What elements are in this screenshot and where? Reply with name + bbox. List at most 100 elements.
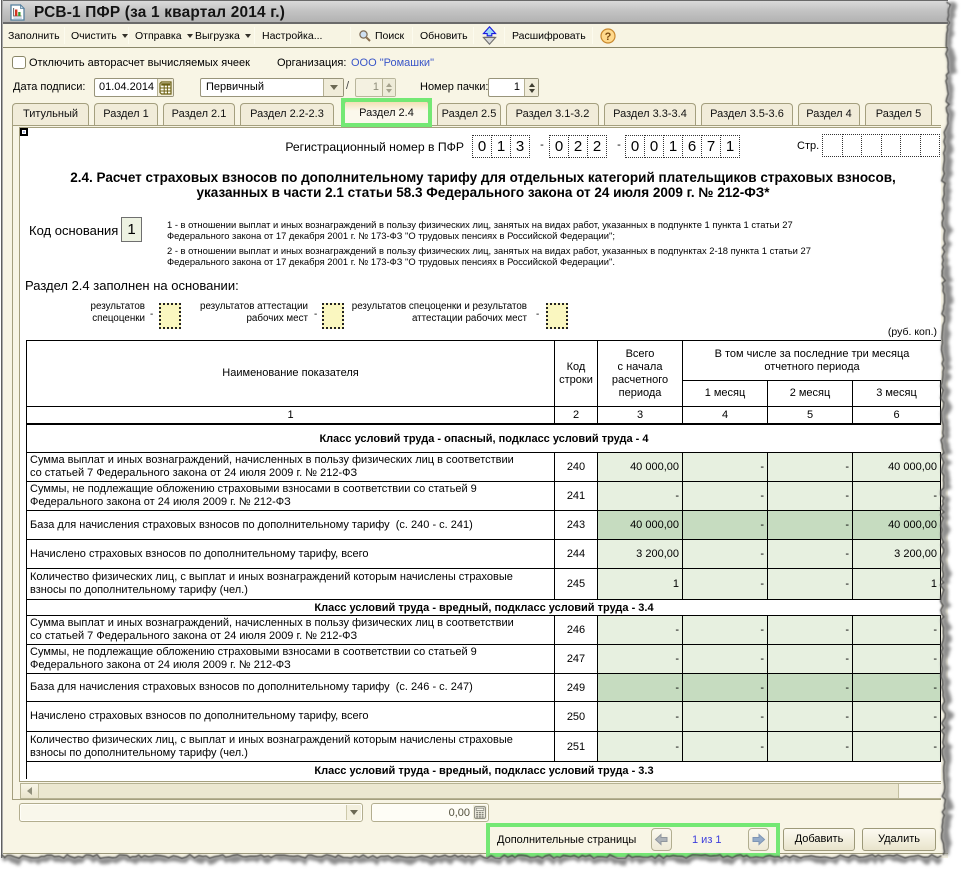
batch-spin-buttons[interactable] <box>524 79 538 96</box>
calculator-button[interactable] <box>473 805 487 820</box>
value-cell[interactable]: - <box>683 702 768 731</box>
revision-dropdown-button[interactable] <box>323 79 343 96</box>
sign-date-input[interactable]: 01.04.2014 <box>94 78 174 97</box>
refresh-button[interactable]: Обновить <box>420 28 468 44</box>
value-cell[interactable]: - <box>683 616 768 644</box>
organization-link[interactable]: ООО "Ромашки" <box>351 57 434 69</box>
fill-button[interactable]: Заполнить <box>8 28 60 44</box>
value-cell[interactable]: 1 <box>853 569 941 599</box>
batch-number-spinner[interactable]: 1 <box>488 78 539 97</box>
value-cell[interactable]: 1 <box>598 569 683 599</box>
next-page-button[interactable] <box>748 828 769 851</box>
tab-9[interactable]: Раздел 4 <box>798 103 860 126</box>
amount-field[interactable]: 0,00 <box>371 803 489 822</box>
table-row: Количество физических лиц, с выплат и ин… <box>27 732 941 762</box>
revision-combobox[interactable]: Первичный <box>200 78 344 97</box>
tab-10[interactable]: Раздел 5 <box>865 103 932 126</box>
value-cell[interactable]: - <box>683 453 768 481</box>
value-cell[interactable]: - <box>683 732 768 761</box>
value-cell[interactable]: - <box>853 645 941 673</box>
value-cell[interactable]: - <box>683 674 768 701</box>
page-number-cell <box>842 134 863 157</box>
tab-5[interactable]: Раздел 2.5 <box>437 103 501 126</box>
table-row: Начислено страховых взносов по дополните… <box>27 540 941 569</box>
value-cell[interactable]: - <box>768 482 853 510</box>
basis-option-box[interactable] <box>546 303 568 329</box>
value-cell[interactable]: - <box>853 732 941 761</box>
send-button[interactable]: Отправка <box>135 28 193 44</box>
value-cell[interactable]: - <box>768 616 853 644</box>
value-cell[interactable]: - <box>683 569 768 599</box>
value-cell[interactable]: - <box>683 482 768 510</box>
delete-page-button[interactable]: Удалить <box>862 828 936 851</box>
value-cell[interactable]: 40 000,00 <box>853 511 941 539</box>
value-cell[interactable]: 40 000,00 <box>598 453 683 481</box>
unload-button[interactable]: Выгрузка <box>195 28 251 44</box>
previous-page-button[interactable] <box>651 828 672 851</box>
tab-6[interactable]: Раздел 3.1-3.2 <box>506 103 599 126</box>
add-page-button[interactable]: Добавить <box>783 828 855 851</box>
horizontal-scrollbar[interactable] <box>20 783 941 799</box>
value-cell[interactable]: - <box>768 702 853 731</box>
settings-button[interactable]: Настройка... <box>262 28 322 44</box>
correction-spin-buttons[interactable] <box>382 79 395 96</box>
tab-2[interactable]: Раздел 2.1 <box>163 103 235 126</box>
value-cell[interactable]: - <box>768 569 853 599</box>
row-code: 250 <box>555 702 598 731</box>
value-cell[interactable]: - <box>853 616 941 644</box>
autocalc-checkbox[interactable] <box>12 56 26 69</box>
slash-separator: / <box>346 80 349 92</box>
scroll-left-button[interactable] <box>21 784 39 798</box>
value-cell[interactable]: - <box>853 674 941 701</box>
value-cell[interactable]: - <box>598 674 683 701</box>
value-cell[interactable]: - <box>768 540 853 568</box>
currency-note: (руб. коп.) <box>800 326 937 338</box>
value-cell[interactable]: - <box>768 645 853 673</box>
search-button[interactable]: Поиск <box>358 28 404 44</box>
value-cell[interactable]: - <box>683 511 768 539</box>
window-titlebar[interactable]: РСВ-1 ПФР (за 1 квартал 2014 г.) <box>3 0 948 24</box>
value-cell[interactable]: - <box>768 511 853 539</box>
value-cell[interactable]: - <box>598 482 683 510</box>
value-cell[interactable]: - <box>768 674 853 701</box>
totals-toggle-button[interactable] <box>482 26 497 45</box>
value-cell[interactable]: 40 000,00 <box>598 511 683 539</box>
value-cell[interactable]: - <box>768 732 853 761</box>
value-cell[interactable]: 40 000,00 <box>853 453 941 481</box>
reason-code-box[interactable]: 1 <box>121 217 142 242</box>
section-title: Класс условий труда - вредный, подкласс … <box>27 762 941 779</box>
value-cell[interactable]: - <box>598 732 683 761</box>
value-cell[interactable]: - <box>683 540 768 568</box>
value-cell[interactable]: - <box>853 482 941 510</box>
footer-combo-dropdown[interactable] <box>346 805 361 820</box>
value-cell[interactable]: - <box>768 453 853 481</box>
value-cell[interactable]: - <box>598 616 683 644</box>
tab-7[interactable]: Раздел 3.3-3.4 <box>604 103 696 126</box>
value-cell[interactable]: - <box>683 645 768 673</box>
toolbar-button-label: Отправка <box>135 30 182 42</box>
value-cell[interactable]: 3 200,00 <box>598 540 683 568</box>
clear-button[interactable]: Очистить <box>71 28 128 44</box>
value-cell[interactable]: - <box>598 702 683 731</box>
header-code-line: Код <box>567 361 586 374</box>
reg-separator: - <box>538 139 546 151</box>
calendar-button[interactable] <box>157 79 173 96</box>
tab-1[interactable]: Раздел 1 <box>94 103 158 126</box>
scrollbar-thumb[interactable] <box>898 784 942 798</box>
tab-8[interactable]: Раздел 3.5-3.6 <box>701 103 793 126</box>
help-button[interactable]: ? <box>600 28 616 44</box>
correction-number-spinner[interactable]: 1 <box>355 78 396 97</box>
page-number-cell <box>920 134 941 157</box>
footer-combobox[interactable] <box>19 803 363 822</box>
decode-button[interactable]: Расшифровать <box>512 28 586 44</box>
tab-0[interactable]: Титульный <box>12 103 89 126</box>
value-cell[interactable]: - <box>853 702 941 731</box>
toolbar-separator <box>128 27 129 44</box>
table-row: Количество физических лиц, с выплат и ин… <box>27 569 941 600</box>
tab-3[interactable]: Раздел 2.2-2.3 <box>240 103 334 126</box>
page-number-cell <box>900 134 921 157</box>
tab-4[interactable]: Раздел 2.4 <box>344 100 429 127</box>
value-cell[interactable]: - <box>598 645 683 673</box>
value-cell[interactable]: 3 200,00 <box>853 540 941 568</box>
row-name: Сумма выплат и иных вознаграждений, начи… <box>27 616 555 644</box>
